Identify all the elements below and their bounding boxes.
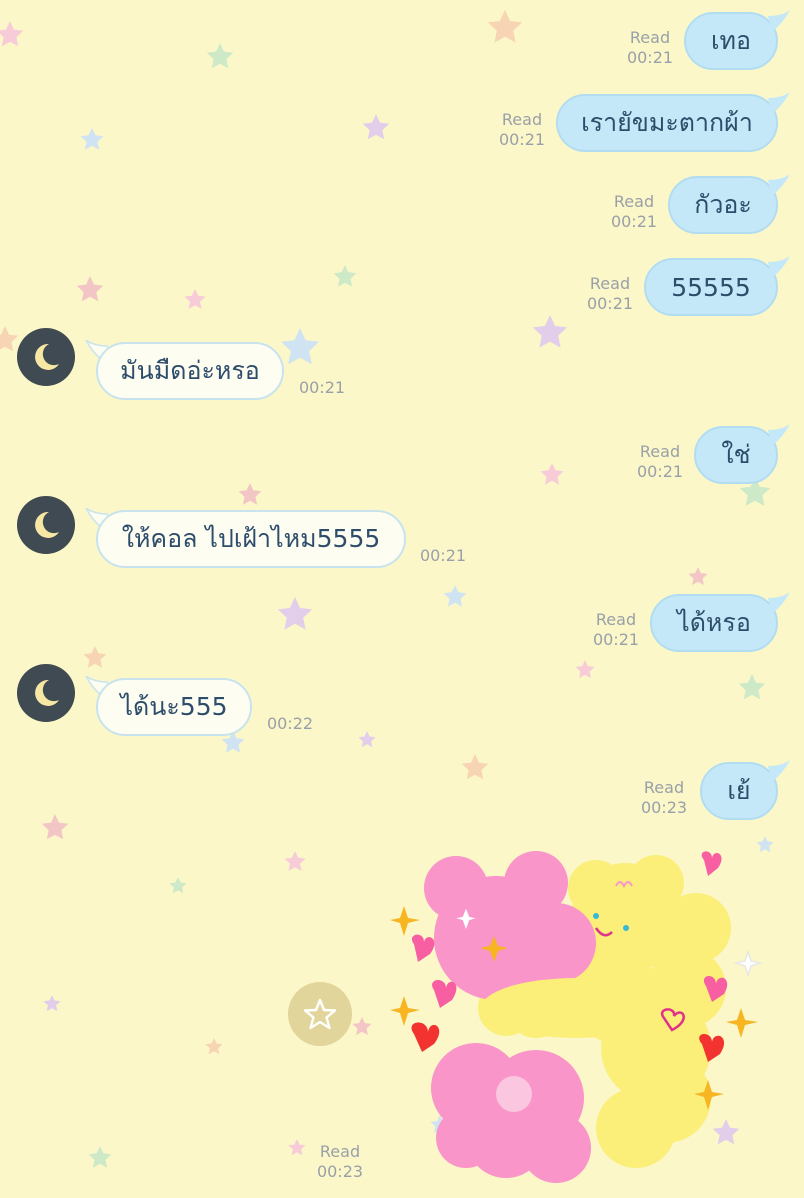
message-meta: Read 00:23 <box>634 778 694 818</box>
bubble-tail <box>768 10 790 32</box>
message-bubble[interactable]: เทอ <box>684 12 778 70</box>
bubble-tail <box>768 256 790 278</box>
read-receipt: Read <box>501 110 543 129</box>
message-time: 00:21 <box>586 294 634 313</box>
message-bubble[interactable]: มันมืดอ่ะหรอ <box>96 342 284 400</box>
moon-icon <box>35 511 59 538</box>
message-bubble[interactable]: กัวอะ <box>668 176 778 234</box>
read-receipt: Read <box>613 192 655 211</box>
read-receipt: Read <box>595 610 637 629</box>
message-meta: Read 00:21 <box>586 610 646 650</box>
message-time: 00:21 <box>610 212 658 231</box>
message-text: เทอ <box>710 26 752 55</box>
moon-icon <box>35 679 59 706</box>
message-meta: Read 00:23 <box>308 1142 372 1182</box>
message-text: ใช่ <box>721 440 751 469</box>
contact-avatar[interactable] <box>17 328 75 386</box>
message-text: เรายัขมะตากผ้า <box>581 108 753 137</box>
message-text: มันมืดอ่ะหรอ <box>120 356 260 385</box>
message-meta: Read 00:21 <box>630 442 690 482</box>
message-bubble[interactable]: เย้ <box>700 762 778 820</box>
message-meta: Read 00:21 <box>580 274 640 314</box>
favorite-sticker-button[interactable] <box>288 982 352 1046</box>
star-outline-icon <box>303 998 337 1030</box>
message-time: 00:21 <box>419 546 467 565</box>
message-time: 00:21 <box>298 378 346 397</box>
bubble-tail <box>768 592 790 614</box>
message-bubble[interactable]: เรายัขมะตากผ้า <box>556 94 778 152</box>
message-time: 00:22 <box>266 714 314 733</box>
contact-avatar[interactable] <box>17 664 75 722</box>
message-text: ได้นะ555 <box>120 692 228 721</box>
message-time: 00:21 <box>626 48 674 67</box>
message-meta: Read 00:21 <box>492 110 552 150</box>
message-bubble[interactable]: 55555 <box>644 258 778 316</box>
message-time: 00:23 <box>640 798 688 817</box>
bubble-tail <box>768 424 790 446</box>
message-text: ได้หรอ <box>677 608 751 637</box>
read-receipt: Read <box>589 274 631 293</box>
message-meta: Read 00:21 <box>620 28 680 68</box>
message-text: เย้ <box>727 776 751 805</box>
message-meta: Read 00:21 <box>604 192 664 232</box>
moon-icon <box>35 343 59 370</box>
read-receipt: Read <box>643 778 685 797</box>
message-time: 00:21 <box>592 630 640 649</box>
message-time: 00:21 <box>498 130 546 149</box>
message-bubble[interactable]: ใช่ <box>694 426 778 484</box>
read-receipt: Read <box>639 442 681 461</box>
message-bubble[interactable]: ได้หรอ <box>650 594 778 652</box>
message-bubble[interactable]: ได้นะ555 <box>96 678 252 736</box>
bubble-tail <box>768 174 790 196</box>
message-text: 55555 <box>671 272 751 302</box>
message-bubble[interactable]: ให้คอล ไปเฝ้าไหม5555 <box>96 510 406 568</box>
contact-avatar[interactable] <box>17 496 75 554</box>
message-text: ให้คอล ไปเฝ้าไหม5555 <box>121 524 381 553</box>
message-text: กัวอะ <box>694 190 752 219</box>
read-receipt: Read <box>629 28 671 47</box>
message-time: 00:23 <box>316 1162 364 1181</box>
bubble-tail <box>768 92 790 114</box>
message-time: 00:21 <box>636 462 684 481</box>
bear-hug-sticker[interactable] <box>386 848 776 1188</box>
bubble-tail <box>768 760 790 782</box>
read-receipt: Read <box>319 1142 361 1161</box>
chat-message-list: Read 00:21 เทอ Read 00:21 เรายัขมะตากผ้า… <box>0 0 804 1198</box>
